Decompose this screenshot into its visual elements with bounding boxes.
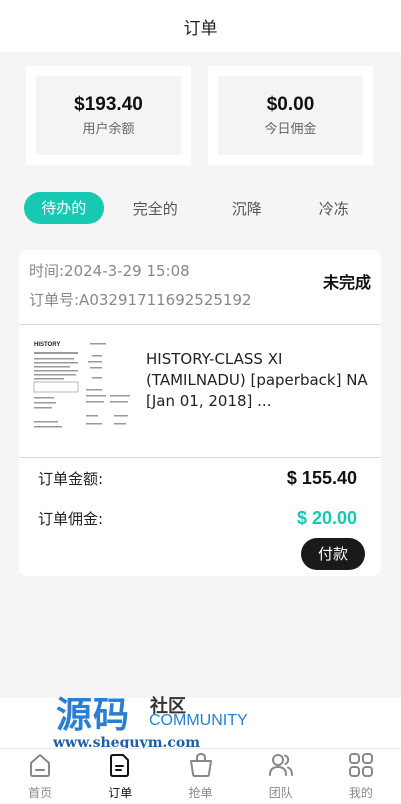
order-time: 时间:2024-3-29 15:08 xyxy=(29,262,190,280)
order-header: 时间:2024-3-29 15:08 订单号:A0329171169252519… xyxy=(19,250,381,325)
order-amount-value: $ 155.40 xyxy=(286,468,357,488)
commission-today-value: $0.00 xyxy=(266,94,315,115)
home-icon xyxy=(30,754,51,777)
grid-icon xyxy=(348,753,373,777)
product-name: HISTORY-CLASS XI (TAMILNADU) [paperback]… xyxy=(146,350,368,410)
tabbar-label-team: 团队 xyxy=(268,786,293,800)
order-amount-row: 订单金额: $ 155.40 xyxy=(38,468,357,489)
order-icon xyxy=(110,754,130,777)
tab-completed[interactable]: 完全的 xyxy=(104,198,207,219)
svg-text:HISTORY: HISTORY xyxy=(34,342,60,348)
team-icon xyxy=(268,754,293,776)
watermark-community-text: COMMUNITY xyxy=(149,712,248,729)
tabbar-item-mine[interactable]: 我的 xyxy=(321,749,401,804)
tabbar-label-mine: 我的 xyxy=(348,786,373,800)
tabbar-label-orders: 订单 xyxy=(108,786,133,800)
tab-frozen[interactable]: 冷冻 xyxy=(287,198,381,219)
order-card[interactable]: 时间:2024-3-29 15:08 订单号:A0329171169252519… xyxy=(19,250,381,576)
order-product: HISTORY HISTORY-CLASS XI (TAMILNADU) [pa… xyxy=(19,325,381,458)
tabbar-item-team[interactable]: 团队 xyxy=(241,749,321,804)
page-title: 订单 xyxy=(183,18,218,39)
order-amount-label: 订单金额: xyxy=(38,470,104,488)
stats-row: $193.40 用户余额 $0.00 今日佣金 xyxy=(26,66,373,165)
bottom-tab-bar: 首页 订单 抢单 团队 我的 xyxy=(0,748,401,804)
order-number: 订单号:A03291711692525192 xyxy=(29,291,252,309)
watermark-logo: 源码 社区 COMMUNITY www.shequym.com xyxy=(0,694,401,751)
order-commission-label: 订单佣金: xyxy=(38,510,104,528)
tabbar-item-orders[interactable]: 订单 xyxy=(80,749,160,804)
pay-button[interactable]: 付款 xyxy=(301,538,365,570)
tab-pending[interactable]: 待办的 xyxy=(24,192,104,224)
top-bar: 订单 xyxy=(0,0,401,52)
tabbar-label-home: 首页 xyxy=(28,786,53,800)
tabbar-item-grab[interactable]: 抢单 xyxy=(160,749,240,804)
balance-label: 用户余额 xyxy=(82,122,135,137)
commission-today-card: $0.00 今日佣金 xyxy=(208,66,373,165)
balance-card: $193.40 用户余额 xyxy=(26,66,191,165)
commission-today-label: 今日佣金 xyxy=(264,122,317,137)
order-status: 未完成 xyxy=(322,273,371,292)
order-commission-value: $ 20.00 xyxy=(296,508,357,528)
tab-settled[interactable]: 沉降 xyxy=(207,198,287,219)
book-page-image: HISTORY xyxy=(30,337,138,445)
product-thumbnail: HISTORY xyxy=(30,337,138,445)
grab-order-icon xyxy=(189,752,212,777)
order-status-tabs: 待办的 完全的 沉降 冷冻 xyxy=(24,192,381,224)
order-commission-row: 订单佣金: $ 20.00 xyxy=(38,508,357,529)
watermark-main-text: 源码 xyxy=(56,694,131,736)
tabbar-item-home[interactable]: 首页 xyxy=(0,749,80,804)
balance-value: $193.40 xyxy=(74,94,143,115)
tabbar-label-grab: 抢单 xyxy=(188,786,213,800)
